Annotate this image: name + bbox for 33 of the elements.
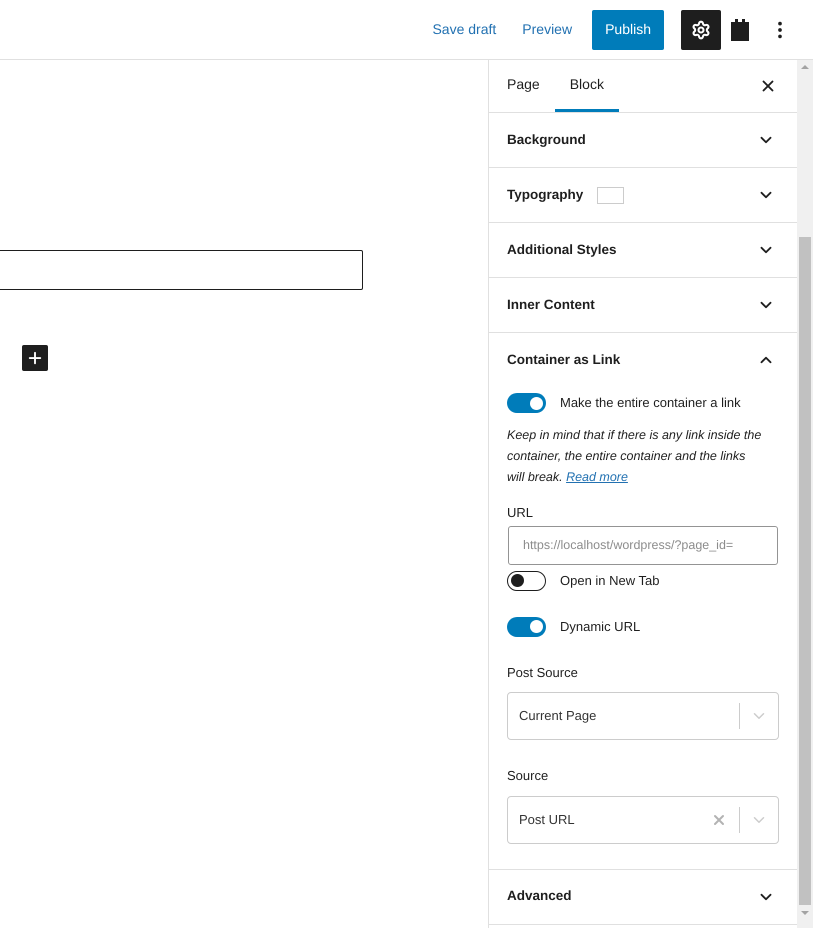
select-value: Current Page xyxy=(519,707,598,726)
field-label: Post Source xyxy=(507,664,579,682)
publish-button[interactable]: Publish xyxy=(592,10,664,50)
panel-header[interactable]: Container as Link xyxy=(489,333,797,387)
toggle-label: Open in New Tab xyxy=(560,572,660,590)
panel-header[interactable]: Additional Styles xyxy=(489,223,797,277)
settings-button[interactable] xyxy=(681,10,721,50)
field-label: URL xyxy=(507,504,534,522)
block-outline[interactable] xyxy=(0,250,363,290)
select-field[interactable]: Current Page xyxy=(507,692,779,740)
panel-header[interactable]: Typography xyxy=(489,168,797,222)
toggle-switch[interactable] xyxy=(507,616,546,636)
toggle-switch[interactable] xyxy=(507,393,546,413)
help-text: Keep in mind that if there is any link inside the container, the entire container and the links will break. Read more xyxy=(507,427,762,486)
select-value: Post URL xyxy=(519,810,576,829)
panel-header[interactable]: Background xyxy=(489,113,797,167)
settings-icon xyxy=(691,20,711,40)
sidebar-tab[interactable]: Page xyxy=(492,60,555,112)
scrollbar[interactable] xyxy=(797,60,813,928)
panel-header[interactable]: Inner Content xyxy=(489,278,797,332)
panel-header[interactable]: Advanced xyxy=(489,870,797,924)
add-block-button[interactable] xyxy=(22,345,48,371)
read-more-link[interactable]: Read more xyxy=(566,470,628,484)
field-label: Source xyxy=(507,767,550,785)
save-draft-link[interactable]: Save draft xyxy=(432,19,496,40)
toggle-label: Make the entire container a link xyxy=(560,394,741,412)
plugin-icon[interactable] xyxy=(730,18,750,42)
toggle-switch[interactable] xyxy=(507,570,546,590)
preview-link[interactable]: Preview xyxy=(522,19,572,40)
plus-icon xyxy=(26,349,44,367)
toggle-label: Dynamic URL xyxy=(560,618,640,636)
sidebar-tab[interactable]: Block xyxy=(554,60,619,112)
url-input[interactable]: https://localhost/wordpress/?page_id= xyxy=(508,526,778,564)
